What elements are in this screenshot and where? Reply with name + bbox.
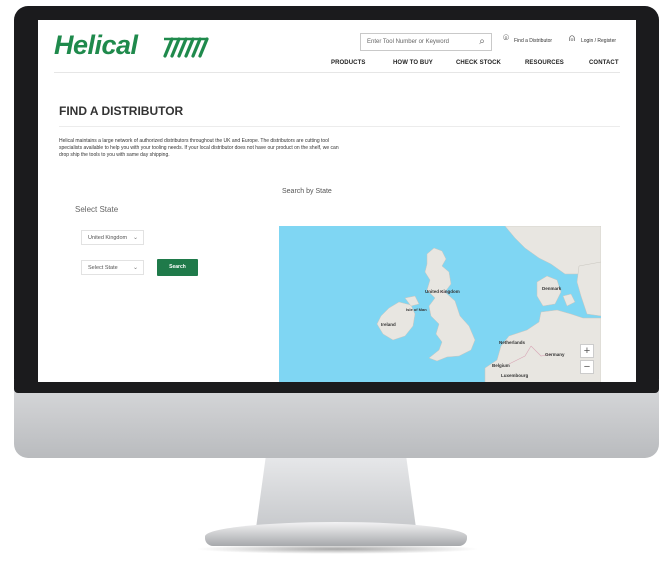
user-icon: ⍝ [569, 33, 575, 44]
map-label-uk: United Kingdom [425, 289, 460, 294]
zoom-out-button[interactable]: − [580, 360, 594, 374]
map-label-netherlands: Netherlands [499, 340, 526, 345]
monitor-stand-base [205, 522, 467, 546]
header-divider [54, 72, 620, 73]
nav-products[interactable]: PRODUCTS [331, 60, 365, 66]
location-pin-icon: ⌾ [503, 33, 509, 44]
login-link[interactable]: Login / Register [581, 38, 616, 44]
map-land [376, 226, 601, 382]
state-select-value: Select State [88, 265, 118, 271]
distributor-map[interactable]: United Kingdom Isle of Man Ireland Denma… [279, 226, 601, 382]
select-state-label: Select State [75, 205, 119, 214]
chevron-down-icon: ⌄ [132, 265, 138, 271]
search-icon[interactable]: ⌕ [475, 35, 489, 49]
map-label-denmark: Denmark [542, 286, 562, 291]
nav-how-to-buy[interactable]: HOW TO BUY [393, 60, 433, 66]
logo-flutes-icon [163, 37, 209, 58]
nav-check-stock[interactable]: CHECK STOCK [456, 60, 501, 66]
chevron-down-icon: ⌄ [132, 235, 138, 241]
search-button[interactable]: Search [157, 259, 198, 276]
map-label-belgium: Belgium [492, 363, 510, 368]
map-heading: Search by State [282, 188, 332, 195]
browser-screen: Helical Enter Tool Number or Keyword ⌕ ⌾… [38, 20, 636, 382]
intro-text: Helical maintains a large network of aut… [59, 138, 339, 158]
find-distributor-link[interactable]: Find a Distributor [514, 38, 552, 44]
helical-logo[interactable]: Helical [54, 30, 138, 61]
state-select[interactable]: Select State ⌄ [81, 260, 144, 275]
zoom-in-button[interactable]: + [580, 344, 594, 358]
page-title: FIND A DISTRIBUTOR [59, 104, 184, 118]
map-label-isle-of-man: Isle of Man [406, 307, 427, 312]
map-label-luxembourg: Luxembourg [501, 373, 529, 378]
monitor-stand-neck [256, 458, 416, 528]
title-divider [59, 126, 620, 127]
nav-contact[interactable]: CONTACT [589, 60, 619, 66]
map-label-ireland: Ireland [381, 322, 396, 327]
map-label-germany: Germany [545, 352, 565, 357]
country-select-value: United Kingdom [88, 235, 128, 241]
nav-resources[interactable]: RESOURCES [525, 60, 564, 66]
country-select[interactable]: United Kingdom ⌄ [81, 230, 144, 245]
search-input[interactable]: Enter Tool Number or Keyword [360, 33, 492, 51]
